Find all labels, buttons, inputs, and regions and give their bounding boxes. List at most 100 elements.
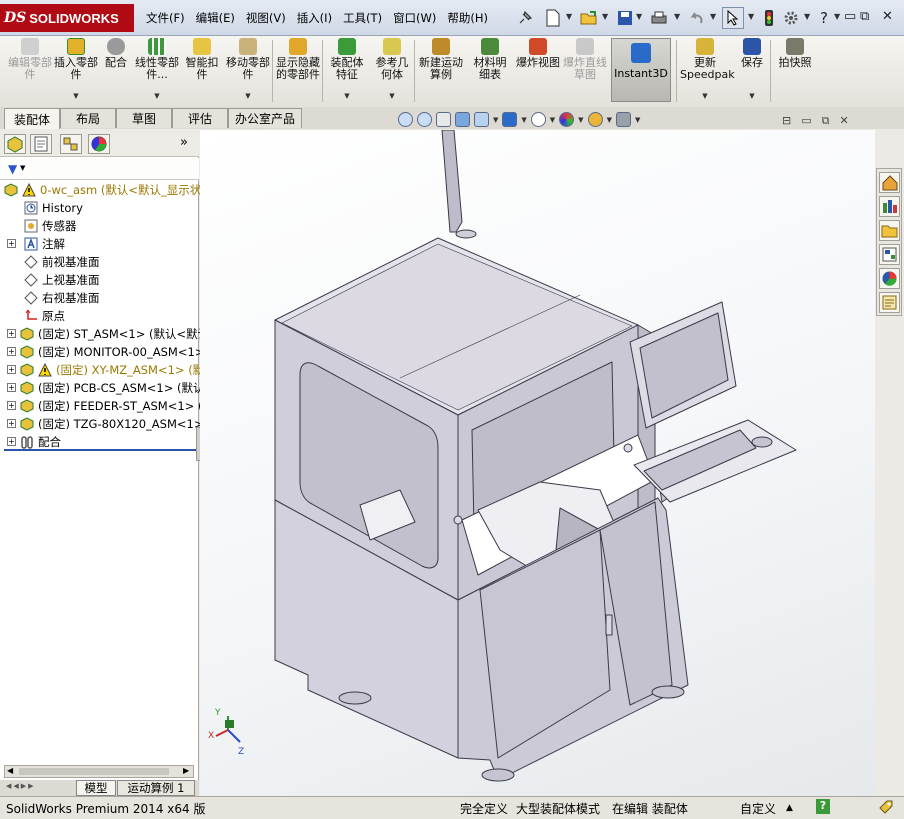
expand-toggle-icon[interactable]: + bbox=[7, 347, 16, 356]
reference-geometry-button[interactable]: 参考几何体 ▼ bbox=[372, 38, 412, 104]
scroll-thumb[interactable] bbox=[19, 768, 169, 775]
filter-dropdown-icon[interactable]: ▼ bbox=[20, 164, 25, 172]
close-icon[interactable]: ✕ bbox=[882, 9, 893, 24]
menu-window[interactable]: 窗口(W) bbox=[393, 10, 436, 26]
scroll-left-icon[interactable]: ◀ bbox=[7, 766, 13, 775]
dropdown-arrow-icon[interactable]: ▼ bbox=[73, 90, 78, 102]
expand-toggle-icon[interactable]: + bbox=[7, 365, 16, 374]
rollback-bar[interactable] bbox=[4, 449, 196, 451]
tree-item-top-plane[interactable]: 上视基准面 bbox=[24, 271, 100, 289]
menu-view[interactable]: 视图(V) bbox=[246, 10, 286, 26]
tab-sketch[interactable]: 草图 bbox=[116, 108, 172, 128]
tree-item-pcb-cs-asm[interactable]: (固定) PCB-CS_ASM<1> (默认 bbox=[20, 379, 205, 397]
menu-edit[interactable]: 编辑(E) bbox=[196, 10, 235, 26]
print-dropdown-icon[interactable]: ▼ bbox=[674, 12, 680, 21]
expand-toggle-icon[interactable]: + bbox=[7, 383, 16, 392]
status-units[interactable]: 自定义 bbox=[740, 800, 776, 817]
scroll-right-icon[interactable]: ▶ bbox=[183, 766, 189, 775]
expand-toggle-icon[interactable]: + bbox=[7, 437, 16, 446]
dropdown-arrow-icon[interactable]: ▼ bbox=[493, 116, 498, 124]
expand-toggle-icon[interactable]: + bbox=[7, 419, 16, 428]
explode-line-sketch-button[interactable]: 爆炸直线草图 bbox=[562, 38, 608, 104]
minimize-icon[interactable]: ▭ bbox=[844, 9, 856, 24]
tree-root-assembly[interactable]: 0-wc_asm (默认<默认_显示状 bbox=[4, 181, 201, 199]
tree-item-history[interactable]: History bbox=[24, 199, 83, 217]
select-arrow-icon[interactable] bbox=[722, 7, 744, 29]
undo-dropdown-icon[interactable]: ▼ bbox=[710, 12, 716, 21]
tab-assembly[interactable]: 装配体 bbox=[4, 108, 60, 129]
propertymanager-tab-icon[interactable] bbox=[30, 134, 52, 154]
dropdown-arrow-icon[interactable]: ▼ bbox=[154, 90, 159, 102]
take-snapshot-button[interactable]: 拍快照 bbox=[774, 38, 816, 104]
rebuild-traffic-light-icon[interactable] bbox=[758, 7, 780, 29]
dropdown-arrow-icon[interactable]: ▼ bbox=[344, 90, 349, 102]
dropdown-arrow-icon[interactable]: ▼ bbox=[749, 90, 754, 102]
edit-appearance-icon[interactable] bbox=[559, 112, 575, 127]
configurationmanager-tab-icon[interactable] bbox=[60, 134, 82, 154]
tree-item-st-asm[interactable]: (固定) ST_ASM<1> (默认<默认 bbox=[20, 325, 209, 343]
file-explorer-icon[interactable] bbox=[879, 220, 900, 241]
save-icon[interactable] bbox=[614, 7, 636, 29]
restore-icon[interactable]: ⧉ bbox=[860, 9, 869, 24]
tag-icon[interactable] bbox=[878, 799, 894, 818]
pushpin-icon[interactable] bbox=[514, 7, 536, 29]
previous-view-icon[interactable] bbox=[436, 112, 451, 127]
dropdown-arrow-icon[interactable]: ▼ bbox=[245, 90, 250, 102]
menu-tools[interactable]: 工具(T) bbox=[343, 10, 382, 26]
options-dropdown-icon[interactable]: ▼ bbox=[804, 12, 810, 21]
dropdown-arrow-icon[interactable]: ▼ bbox=[521, 116, 526, 124]
tree-item-xy-mz-asm[interactable]: (固定) XY-MZ_ASM<1> (默认 bbox=[20, 361, 216, 379]
quick-tips-help-icon[interactable]: ? bbox=[816, 799, 830, 814]
hide-show-items-icon[interactable] bbox=[530, 112, 546, 127]
doc-minimize-icon[interactable]: ▭ bbox=[801, 114, 811, 128]
dropdown-arrow-icon[interactable]: ▼ bbox=[550, 116, 555, 124]
print-icon[interactable] bbox=[648, 7, 670, 29]
new-document-icon[interactable] bbox=[542, 7, 564, 29]
menu-insert[interactable]: 插入(I) bbox=[297, 10, 332, 26]
undo-icon[interactable] bbox=[686, 7, 708, 29]
tree-item-front-plane[interactable]: 前视基准面 bbox=[24, 253, 100, 271]
zoom-to-area-icon[interactable] bbox=[417, 112, 432, 127]
collapse-panel-icon[interactable]: » bbox=[180, 135, 188, 150]
save-dropdown-icon[interactable]: ▼ bbox=[636, 12, 642, 21]
view-settings-icon[interactable] bbox=[615, 112, 631, 127]
doc-close-icon[interactable]: ✕ bbox=[839, 114, 848, 128]
assembly-model-render[interactable]: Y X Z bbox=[200, 129, 875, 796]
dropdown-arrow-icon[interactable]: ▼ bbox=[635, 116, 640, 124]
new-dropdown-icon[interactable]: ▼ bbox=[566, 12, 572, 21]
smart-fasteners-button[interactable]: 智能扣件 bbox=[182, 38, 222, 104]
units-dropdown-icon[interactable]: ▲ bbox=[786, 803, 793, 813]
solidworks-logo[interactable]: DS SOLIDWORKS bbox=[0, 4, 134, 32]
show-hidden-components-button[interactable]: 显示隐藏的零部件 bbox=[276, 38, 320, 104]
options-gear-icon[interactable] bbox=[780, 7, 802, 29]
expand-toggle-icon[interactable]: + bbox=[7, 239, 16, 248]
new-motion-study-button[interactable]: 新建运动算例 bbox=[418, 38, 464, 104]
dropdown-arrow-icon[interactable]: ▼ bbox=[578, 116, 583, 124]
graphics-viewport[interactable]: Y X Z bbox=[200, 129, 875, 796]
bill-of-materials-button[interactable]: 材料明细表 bbox=[470, 38, 510, 104]
displaymanager-tab-icon[interactable] bbox=[88, 134, 110, 154]
exploded-view-button[interactable]: 爆炸视图 bbox=[516, 38, 560, 104]
assembly-features-button[interactable]: 装配体特征 ▼ bbox=[326, 38, 368, 104]
zoom-to-fit-icon[interactable] bbox=[398, 112, 413, 127]
mate-button[interactable]: 配合 bbox=[100, 38, 132, 104]
save-button[interactable]: 保存 ▼ bbox=[736, 38, 768, 104]
dropdown-arrow-icon[interactable]: ▼ bbox=[702, 90, 707, 102]
appearances-scenes-icon[interactable] bbox=[879, 268, 900, 289]
open-folder-icon[interactable] bbox=[578, 7, 600, 29]
tree-item-tzg-asm[interactable]: (固定) TZG-80X120_ASM<1> (黑 bbox=[20, 415, 223, 433]
insert-component-button[interactable]: 插入零部件 ▼ bbox=[54, 38, 98, 104]
help-icon[interactable]: ? bbox=[820, 9, 828, 27]
open-dropdown-icon[interactable]: ▼ bbox=[602, 12, 608, 21]
view-orientation-icon[interactable] bbox=[474, 112, 489, 127]
menu-help[interactable]: 帮助(H) bbox=[447, 10, 488, 26]
expand-toggle-icon[interactable]: + bbox=[7, 329, 16, 338]
custom-properties-icon[interactable] bbox=[879, 292, 900, 313]
horizontal-scrollbar[interactable]: ◀ ▶ bbox=[4, 765, 194, 778]
tab-motion-study-1[interactable]: 运动算例 1 bbox=[117, 780, 195, 796]
doc-restore-icon[interactable]: ⧉ bbox=[822, 114, 830, 128]
tree-item-feeder-st-asm[interactable]: (固定) FEEDER-ST_ASM<1> (默 bbox=[20, 397, 214, 415]
tree-item-sensors[interactable]: 传感器 bbox=[24, 217, 77, 235]
tab-office-products[interactable]: 办公室产品 bbox=[228, 108, 302, 128]
menu-file[interactable]: 文件(F) bbox=[146, 10, 185, 26]
